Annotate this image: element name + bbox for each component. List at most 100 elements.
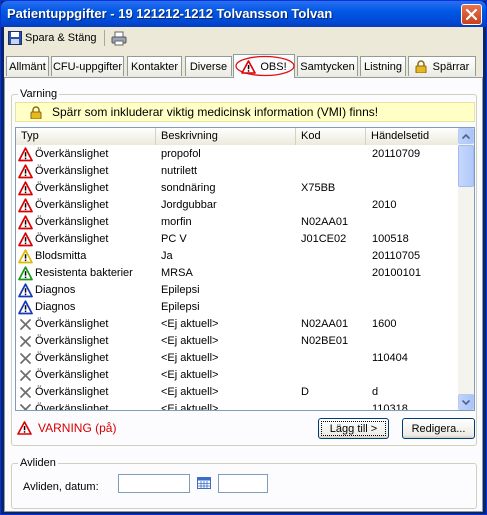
calendar-icon [197,477,211,489]
cell-code [301,146,363,163]
warning-list[interactable]: Typ Beskrivning Kod Händelsetid Överkäns… [15,127,475,411]
tab-allmant[interactable]: Allmänt [6,56,49,76]
tab-kontakter[interactable]: Kontakter [127,56,182,76]
warning-status-text: VARNING (på) [38,421,117,435]
title-bar[interactable]: Patientuppgifter - 19 121212-1212 Tolvan… [1,1,486,27]
red-warning-icon [18,215,33,230]
column-header-typ[interactable]: Typ [16,128,156,145]
cross-icon [20,336,31,347]
cell-type: Överkänslighet [35,369,109,381]
deceased-time-input[interactable] [218,474,268,493]
yellow-warning-icon [18,249,33,264]
cell-code [301,197,363,214]
table-row[interactable]: Överkänslighet PC V J01CE02 100518 [16,231,459,248]
cross-icon [20,370,31,381]
table-row[interactable]: Överkänslighet <Ej aktuell> [16,367,459,384]
printer-icon [111,31,127,45]
cell-event-time: 1600 [372,318,397,330]
table-row[interactable]: Överkänslighet <Ej aktuell> 110404 [16,350,459,367]
cell-code [301,367,363,384]
scroll-thumb[interactable] [458,145,474,187]
add-button[interactable]: Lägg till > [318,418,389,439]
close-button[interactable] [461,4,482,25]
table-row[interactable]: Överkänslighet morfin N02AA01 [16,214,459,231]
cell-code [301,282,363,299]
table-row[interactable]: Resistenta bakterier MRSA 20100101 [16,265,459,282]
cell-description: Jordgubbar [161,199,217,211]
table-row[interactable]: Överkänslighet sondnäring X75BB [16,180,459,197]
table-row[interactable]: Diagnos Epilepsi [16,282,459,299]
tab-samtycken[interactable]: Samtycken [297,56,358,76]
cell-event-time: d [372,386,379,398]
table-row[interactable]: Blodsmitta Ja 20110705 [16,248,459,265]
tab-obs[interactable]: OBS! [233,54,295,78]
table-row[interactable]: Överkänslighet <Ej aktuell> N02AA01 1600 [16,316,459,333]
cell-description: MRSA [161,267,193,279]
cell-type: Överkänslighet [35,165,109,177]
print-button[interactable] [111,29,127,47]
cell-description: <Ej aktuell> [161,335,219,347]
cell-type: Överkänslighet [35,182,109,194]
cell-type: Blodsmitta [35,250,87,262]
cell-event-time: 2010 [372,199,397,211]
cell-description: sondnäring [161,182,216,194]
cell-code [301,350,363,367]
cell-event-time [372,282,458,299]
cell-type: Resistenta bakterier [35,267,133,279]
tab-sparrar[interactable]: Spärrar [408,56,476,76]
blue-warning-icon [18,300,33,315]
cell-description: <Ej aktuell> [161,318,219,330]
cell-type: Överkänslighet [35,318,109,330]
red-warning-icon [18,181,33,196]
scroll-down-button[interactable] [458,394,474,410]
cell-code [301,299,363,316]
cell-type: Överkänslighet [35,148,109,160]
cell-description: Epilepsi [161,284,200,296]
column-header-kod[interactable]: Kod [296,128,366,145]
cell-code: N02AA01 [301,318,349,330]
cell-type: Diagnos [35,284,76,296]
tab-cfu-uppgifter[interactable]: CFU-uppgifter [51,56,124,76]
column-header-handelsetid[interactable]: Händelsetid [366,128,459,145]
cell-code: J01CE02 [301,233,347,245]
table-row[interactable]: Överkänslighet <Ej aktuell> Dd [16,384,459,401]
vertical-scrollbar[interactable] [458,128,474,410]
calendar-button[interactable] [197,477,211,492]
tab-listning[interactable]: Listning [360,56,406,76]
red-warning-icon [18,198,33,213]
cell-description: <Ej aktuell> [161,403,219,410]
cell-event-time: 20110705 [372,250,421,262]
cell-event-time: 110318 [372,403,408,410]
green-warning-icon [18,266,33,281]
cell-event-time [372,367,458,384]
table-row[interactable]: Överkänslighet <Ej aktuell> N02BE01 [16,333,459,350]
red-warning-icon [18,147,33,162]
save-close-button[interactable]: Spara & Stäng [8,29,97,47]
tab-diverse[interactable]: Diverse [185,56,232,76]
cell-type: Överkänslighet [35,216,109,228]
warning-status: VARNING (på) [17,419,116,437]
column-header-beskrivning[interactable]: Beskrivning [156,128,296,145]
padlock-icon [415,60,427,73]
padlock-icon [30,105,42,119]
cell-code [301,163,363,180]
table-row[interactable]: Överkänslighet <Ej aktuell> 110318 [16,401,459,410]
scroll-up-button[interactable] [458,128,474,144]
table-row[interactable]: Överkänslighet Jordgubbar 2010 [16,197,459,214]
cell-event-time [372,299,458,316]
table-row[interactable]: Diagnos Epilepsi [16,299,459,316]
vmi-banner: Spärr som inkluderar viktig medicinsk in… [15,102,475,122]
cell-description: Epilepsi [161,301,200,313]
table-row[interactable]: Överkänslighet propofol 20110709 [16,146,459,163]
edit-button[interactable]: Redigera... [402,418,475,439]
cell-event-time [372,214,458,231]
cell-code [301,265,363,282]
deceased-date-input[interactable] [118,474,190,493]
table-row[interactable]: Överkänslighet nutrilett [16,163,459,180]
cell-description: <Ej aktuell> [161,352,219,364]
cell-type: Diagnos [35,301,76,313]
chevron-up-icon [462,133,470,139]
cell-event-time [372,180,458,197]
cell-type: Överkänslighet [35,199,109,211]
cell-type: Överkänslighet [35,386,109,398]
